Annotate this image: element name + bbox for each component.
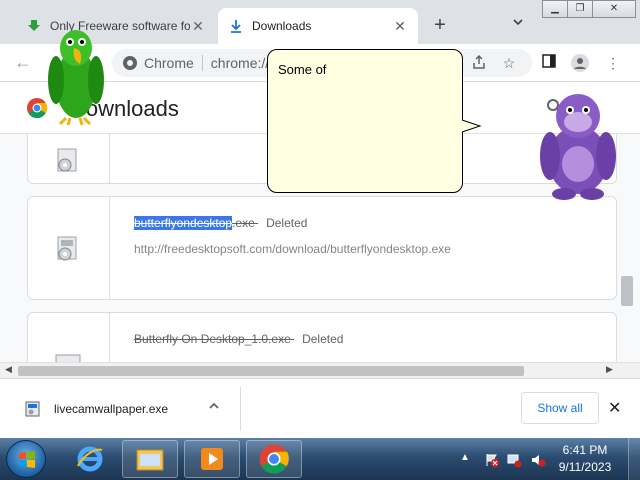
media-player-icon: [201, 448, 223, 470]
close-icon[interactable]: ✕: [392, 18, 408, 35]
show-desktop-button[interactable]: [628, 438, 640, 480]
horizontal-scrollbar-thumb[interactable]: [18, 366, 524, 376]
gorilla-assistant-icon[interactable]: [536, 86, 620, 202]
show-all-button[interactable]: Show all: [521, 392, 599, 424]
installer-file-icon: [57, 148, 77, 172]
file-explorer-taskbar-button[interactable]: [122, 440, 178, 478]
taskbar: ▲ 6:41 PM 9/11/2023: [0, 438, 640, 480]
share-icon[interactable]: [470, 54, 488, 72]
clock-date: 9/11/2023: [558, 460, 612, 474]
speech-bubble-text: Some of: [278, 62, 327, 77]
windows-logo-icon: [19, 451, 35, 468]
start-button[interactable]: [6, 440, 46, 478]
minimize-button[interactable]: ▁: [542, 0, 568, 18]
parrot-assistant-icon[interactable]: [44, 22, 108, 126]
clock-time: 6:41 PM: [562, 443, 608, 457]
media-player-taskbar-button[interactable]: [184, 440, 240, 478]
site-chip[interactable]: Chrome: [122, 55, 203, 71]
status-label: Deleted: [302, 332, 344, 346]
action-center-flag-icon[interactable]: [484, 452, 500, 468]
close-icon[interactable]: ✕: [190, 18, 206, 35]
chrome-icon: [259, 444, 289, 474]
download-icon: [228, 18, 244, 34]
download-shelf: livecamwallpaper.exe Show all ✕: [0, 378, 640, 438]
close-icon[interactable]: ✕: [608, 398, 621, 418]
scroll-right-arrow-icon[interactable]: ▶: [606, 364, 613, 375]
volume-muted-icon[interactable]: [530, 452, 546, 468]
bookmark-star-icon[interactable]: ☆: [500, 54, 518, 72]
chrome-icon: [123, 56, 137, 70]
network-icon[interactable]: [506, 452, 522, 468]
file-name-ext: .exe: [232, 216, 255, 230]
back-button[interactable]: ←: [14, 52, 36, 74]
vertical-scrollbar-thumb[interactable]: [621, 276, 633, 306]
site-label: Chrome: [144, 55, 194, 71]
installer-file-icon: [57, 236, 77, 261]
chevron-up-icon[interactable]: [208, 399, 220, 415]
horizontal-scrollbar[interactable]: ◀ ▶: [0, 362, 640, 378]
download-arrow-icon: [26, 18, 42, 34]
tab-downloads[interactable]: Downloads ✕: [218, 8, 418, 44]
folder-icon: [136, 449, 164, 471]
download-card[interactable]: butterflyondesktop.exe Deleted http://fr…: [27, 196, 617, 300]
window-close-button[interactable]: ✕: [592, 0, 636, 18]
file-name[interactable]: butterflyondesktop.exe Deleted: [134, 216, 307, 230]
side-panel-icon[interactable]: [540, 54, 558, 72]
tab-search-chevron-icon[interactable]: [508, 16, 528, 36]
chrome-taskbar-button[interactable]: [246, 440, 302, 478]
file-name-highlight: butterflyondesktop: [134, 216, 233, 230]
taskbar-clock[interactable]: 6:41 PM 9/11/2023: [550, 442, 620, 476]
new-tab-button[interactable]: +: [428, 14, 452, 38]
speech-bubble: Some of: [267, 49, 463, 193]
internet-explorer-icon: [77, 446, 103, 472]
speech-bubble-tail: [461, 119, 482, 133]
maximize-button[interactable]: ❐: [567, 0, 593, 18]
shelf-divider: [240, 387, 241, 431]
menu-kebab-icon[interactable]: ⋮: [604, 54, 622, 72]
download-card[interactable]: Butterfly On Desktop_1.0.exe Deleted: [27, 312, 617, 362]
window-controls: ▁ ❐ ✕: [542, 0, 636, 18]
file-name[interactable]: Butterfly On Desktop_1.0.exe Deleted: [134, 332, 343, 346]
tab-title: Downloads: [252, 19, 312, 33]
show-hidden-icons-icon[interactable]: ▲: [460, 452, 476, 468]
file-url-link[interactable]: http://freedesktopsoft.com/download/butt…: [134, 242, 451, 256]
internet-explorer-taskbar-button[interactable]: [62, 440, 118, 478]
scroll-left-arrow-icon[interactable]: ◀: [5, 364, 12, 375]
profile-avatar-icon[interactable]: [571, 54, 589, 72]
shelf-item-name[interactable]: livecamwallpaper.exe: [54, 402, 168, 416]
exe-file-icon: [25, 401, 40, 417]
installer-file-icon: [55, 354, 81, 362]
file-name-text: Butterfly On Desktop_1.0.exe: [134, 332, 291, 346]
status-label: Deleted: [266, 216, 308, 230]
